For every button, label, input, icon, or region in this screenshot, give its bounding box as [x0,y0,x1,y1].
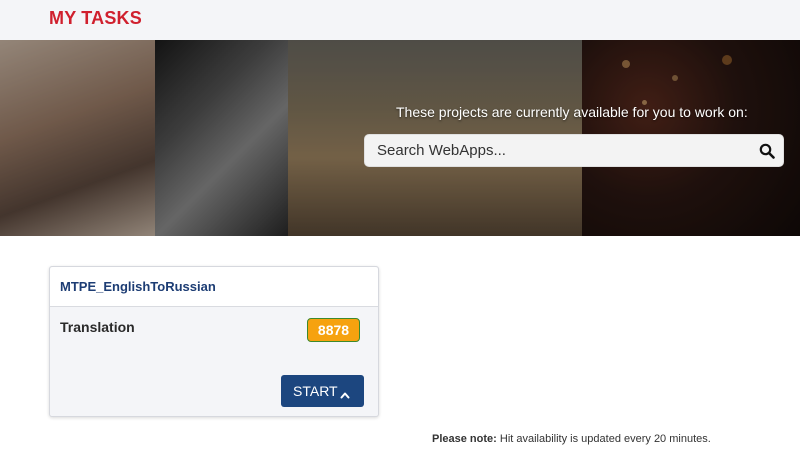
task-count-badge: 8878 [307,318,360,342]
search-box[interactable] [364,134,784,167]
note-text: Hit availability is updated every 20 min… [496,433,711,445]
availability-note: Please note: Hit availability is updated… [432,433,711,445]
task-type: Translation [60,319,135,335]
search-input[interactable] [377,135,747,166]
hero-message: These projects are currently available f… [396,104,748,120]
task-name: MTPE_EnglishToRussian [60,279,216,294]
chevron-up-icon [340,386,350,399]
top-bar: MY TASKS [0,0,800,40]
search-icon[interactable] [759,143,775,159]
start-button[interactable]: START [281,375,364,407]
start-button-label: START [293,383,338,399]
task-card: MTPE_EnglishToRussian Translation 8878 S… [49,266,379,417]
page-title: MY TASKS [49,8,142,28]
hero-banner: These projects are currently available f… [0,40,800,236]
note-label: Please note: [432,433,497,445]
task-card-header: MTPE_EnglishToRussian [50,267,378,307]
